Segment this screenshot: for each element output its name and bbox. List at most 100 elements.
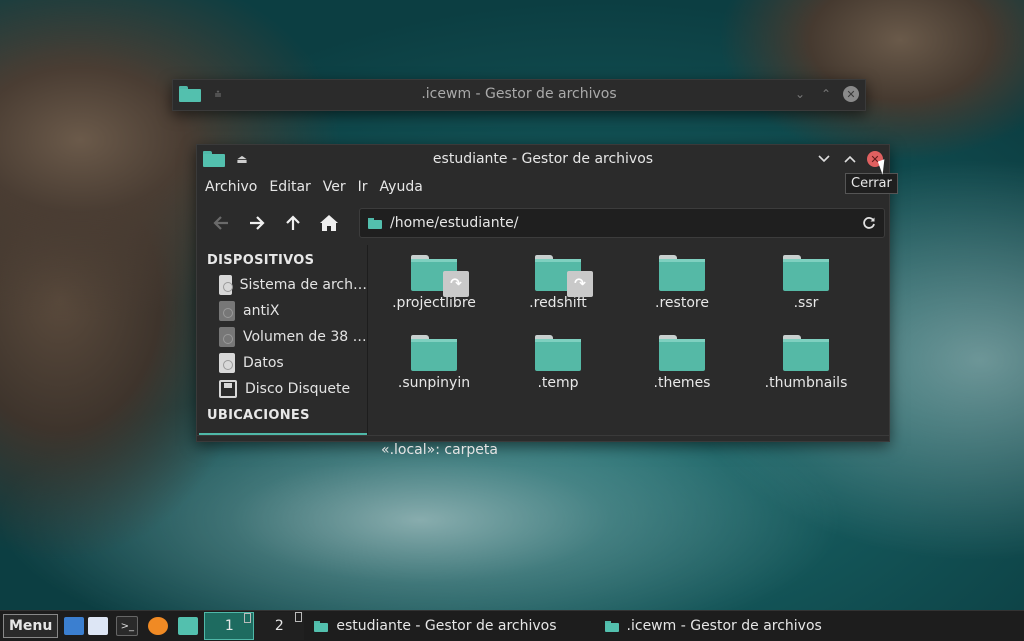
start-menu-button[interactable]: Menu: [3, 614, 59, 638]
file-item[interactable]: .restore: [620, 253, 744, 333]
task-estudiante[interactable]: estudiante - Gestor de archivos: [308, 612, 562, 640]
close-button[interactable]: ✕: [843, 86, 859, 102]
window-title: estudiante - Gestor de archivos: [432, 151, 654, 167]
arrow-right-icon: [250, 216, 265, 230]
file-grid: ↷ .projectlibre ↷ .redshift .restore .ssr .sun…: [368, 245, 889, 413]
sidebar-places-header: UBICACIONES: [207, 408, 310, 423]
up-button[interactable]: [279, 209, 307, 237]
file-label: .themes: [653, 375, 711, 391]
floppy-icon: [219, 380, 237, 398]
sidebar-item-label: Sistema de arch…: [239, 277, 367, 293]
file-label: .ssr: [793, 295, 819, 311]
file-manager-icon[interactable]: [178, 617, 199, 635]
task-label: estudiante - Gestor de archivos: [336, 618, 557, 634]
file-label: .temp: [537, 375, 579, 391]
location-bar[interactable]: /home/estudiante/: [359, 208, 885, 238]
status-text: «.local»: carpeta: [381, 442, 498, 458]
home-icon: [320, 215, 338, 231]
sidebar-item-datos[interactable]: Datos: [197, 350, 367, 376]
window-menu-icon[interactable]: ⏏: [233, 150, 251, 168]
menu-editar[interactable]: Editar: [269, 179, 310, 195]
show-desktop-icon[interactable]: [64, 617, 85, 635]
folder-icon: [604, 620, 623, 632]
file-item[interactable]: ↷ .projectlibre: [372, 253, 496, 333]
sidebar-item-volume[interactable]: Volumen de 38 …: [197, 324, 367, 350]
sidebar-item-antix[interactable]: antiX: [197, 298, 367, 324]
toolbar: /home/estudiante/: [197, 201, 889, 245]
folder-icon: [659, 255, 705, 291]
drive-icon: [219, 301, 235, 321]
folder-icon: [783, 255, 829, 291]
maximize-icon[interactable]: ⌃: [817, 85, 835, 103]
folder-icon: [314, 620, 332, 632]
location-text[interactable]: /home/estudiante/: [390, 215, 854, 231]
minimize-icon[interactable]: [815, 150, 833, 168]
workspace-window-marker: [295, 612, 303, 622]
task-icewm[interactable]: .icewm - Gestor de archivos: [599, 612, 828, 640]
menu-ir[interactable]: Ir: [358, 179, 368, 195]
folder-icon: ↷: [411, 255, 469, 297]
file-view[interactable]: ↷ .projectlibre ↷ .redshift .restore .ssr .sun…: [367, 245, 889, 435]
file-manager-window[interactable]: ⏏ estudiante - Gestor de archivos ✕ Arch…: [196, 144, 890, 458]
arrow-up-icon: [286, 215, 300, 230]
task-label: .icewm - Gestor de archivos: [626, 618, 822, 634]
drive-icon: [219, 327, 235, 347]
window-titlebar[interactable]: ⏏ estudiante - Gestor de archivos ✕: [197, 145, 889, 173]
sidebar: DISPOSITIVOS Sistema de arch… antiX Volu…: [197, 245, 367, 435]
close-tooltip: Cerrar: [845, 173, 898, 194]
back-window-title: .icewm - Gestor de archivos: [421, 86, 617, 102]
sidebar-item-label: Datos: [243, 355, 284, 371]
maximize-icon[interactable]: [841, 150, 859, 168]
minimize-icon[interactable]: ⌄: [791, 85, 809, 103]
back-window-titlebar[interactable]: ⩮ .icewm - Gestor de archivos ⌄ ⌃ ✕: [173, 80, 865, 108]
workspace-1[interactable]: 1: [204, 612, 255, 640]
home-button[interactable]: [315, 209, 343, 237]
folder-icon: [179, 86, 201, 102]
symlink-icon: ↷: [567, 271, 593, 297]
taskbar: Menu >_ 1 2 estudiante - Gestor de archi…: [0, 610, 1024, 641]
file-label: .redshift: [529, 295, 587, 311]
content-area: DISPOSITIVOS Sistema de arch… antiX Volu…: [197, 245, 889, 435]
sidebar-item-floppy[interactable]: Disco Disquete: [197, 376, 367, 402]
file-label: .projectlibre: [392, 295, 476, 311]
sidebar-devices-header: DISPOSITIVOS: [207, 253, 315, 268]
status-bar: «.local»: carpeta: [197, 435, 889, 464]
file-item[interactable]: .themes: [620, 333, 744, 413]
sidebar-item-label: Volumen de 38 …: [243, 329, 367, 345]
back-button[interactable]: [207, 209, 235, 237]
sidebar-scroll-indicator: [199, 433, 367, 435]
workspace-2[interactable]: 2: [254, 612, 305, 640]
workspace-label: 1: [224, 618, 234, 634]
workspace-window-marker: [244, 613, 252, 623]
folder-icon: ↷: [535, 255, 593, 297]
window-list-icon[interactable]: [88, 617, 109, 635]
firefox-icon[interactable]: [148, 617, 169, 635]
menu-archivo[interactable]: Archivo: [205, 179, 257, 195]
menu-ayuda[interactable]: Ayuda: [380, 179, 423, 195]
folder-icon: [535, 335, 581, 371]
file-item[interactable]: .ssr: [744, 253, 868, 333]
back-window[interactable]: ⩮ .icewm - Gestor de archivos ⌄ ⌃ ✕: [172, 79, 866, 111]
file-item[interactable]: .thumbnails: [744, 333, 868, 413]
file-item[interactable]: .sunpinyin: [372, 333, 496, 413]
menu-ver[interactable]: Ver: [323, 179, 346, 195]
file-item[interactable]: .temp: [496, 333, 620, 413]
menubar: Archivo Editar Ver Ir Ayuda: [197, 173, 889, 201]
workspace-label: 2: [274, 618, 284, 634]
drive-icon: [219, 353, 235, 373]
drive-icon: [219, 275, 233, 295]
symlink-icon: ↷: [443, 271, 469, 297]
reload-icon[interactable]: [862, 216, 876, 230]
window-menu-icon[interactable]: ⩮: [209, 85, 227, 103]
folder-icon: [203, 151, 225, 167]
file-label: .sunpinyin: [397, 375, 471, 391]
file-item[interactable]: ↷ .redshift: [496, 253, 620, 333]
folder-icon: [368, 217, 382, 229]
file-label: .thumbnails: [764, 375, 848, 391]
terminal-icon[interactable]: >_: [116, 616, 139, 636]
folder-icon: [783, 335, 829, 371]
forward-button[interactable]: [243, 209, 271, 237]
sidebar-item-label: antiX: [243, 303, 280, 319]
folder-icon: [411, 335, 457, 371]
sidebar-item-filesystem[interactable]: Sistema de arch…: [197, 272, 367, 298]
